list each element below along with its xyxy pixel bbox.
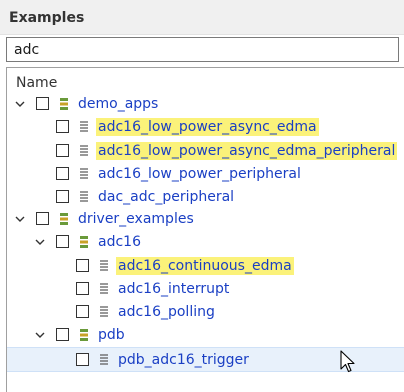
row-checkbox[interactable] <box>56 120 69 133</box>
row-checkbox[interactable] <box>56 235 69 248</box>
panel-title: Examples <box>9 10 85 26</box>
tree-row-adc16-low-power-async-edma[interactable]: adc16_low_power_async_edma <box>7 117 404 139</box>
folder-icon <box>59 97 69 111</box>
row-checkbox[interactable] <box>36 212 49 225</box>
file-icon <box>79 144 89 158</box>
tree-row-label: dac_adc_peripheral <box>98 189 235 205</box>
expand-chevron-icon[interactable] <box>35 237 45 247</box>
examples-tree[interactable]: Name demo_apps adc16_low_power_async_edm… <box>6 67 404 392</box>
file-icon <box>99 282 109 296</box>
folder-icon <box>59 212 69 226</box>
expand-chevron-icon[interactable] <box>15 214 25 224</box>
row-checkbox[interactable] <box>76 282 89 295</box>
tree-row-label: driver_examples <box>78 211 194 227</box>
tree-row-label: pdb_adc16_trigger <box>118 352 249 368</box>
tree-row-label: adc16 <box>98 234 141 250</box>
tree-row-label: adc16_low_power_async_edma <box>96 118 319 136</box>
tree-row-adc16-polling[interactable]: adc16_polling <box>7 302 404 324</box>
tree-row-adc16-continuous-edma[interactable]: adc16_continuous_edma <box>7 256 404 278</box>
row-checkbox[interactable] <box>76 259 89 272</box>
row-checkbox[interactable] <box>76 353 89 366</box>
search-input[interactable] <box>6 37 399 62</box>
mouse-pointer-icon <box>340 350 356 374</box>
tree-row-label: adc16_continuous_edma <box>116 257 294 275</box>
expand-chevron-icon[interactable] <box>35 330 45 340</box>
tree-row-label: demo_apps <box>78 96 159 112</box>
tree-row-adc16-interrupt[interactable]: adc16_interrupt <box>7 279 404 301</box>
name-column-header[interactable]: Name <box>16 75 57 91</box>
file-icon <box>79 190 89 204</box>
row-checkbox[interactable] <box>56 190 69 203</box>
tree-row-adc16-low-power-async-edma-peripheral[interactable]: adc16_low_power_async_edma_peripheral <box>7 141 404 163</box>
file-icon <box>79 167 89 181</box>
tree-row-label: adc16_polling <box>118 304 215 320</box>
file-icon <box>99 353 109 367</box>
tree-row-pdb[interactable]: pdb <box>7 325 404 347</box>
tree-row-label: adc16_low_power_peripheral <box>98 166 301 182</box>
row-checkbox[interactable] <box>76 305 89 318</box>
file-icon <box>99 259 109 273</box>
row-checkbox[interactable] <box>36 97 49 110</box>
tree-row-label: pdb <box>98 327 125 343</box>
row-checkbox[interactable] <box>56 167 69 180</box>
folder-icon <box>79 235 89 249</box>
file-icon <box>99 305 109 319</box>
file-icon <box>79 120 89 134</box>
tree-row-dac-adc-peripheral[interactable]: dac_adc_peripheral <box>7 187 404 209</box>
folder-icon <box>79 328 89 342</box>
tree-row-label: adc16_low_power_async_edma_peripheral <box>96 142 398 160</box>
row-checkbox[interactable] <box>56 144 69 157</box>
expand-chevron-icon[interactable] <box>15 99 25 109</box>
tree-row-adc16-low-power-peripheral[interactable]: adc16_low_power_peripheral <box>7 164 404 186</box>
tree-row-demo-apps[interactable]: demo_apps <box>7 94 404 116</box>
examples-panel-header: Examples <box>0 0 404 35</box>
row-checkbox[interactable] <box>56 328 69 341</box>
tree-row-driver-examples[interactable]: driver_examples <box>7 209 404 231</box>
tree-row-adc16[interactable]: adc16 <box>7 232 404 254</box>
tree-row-label: adc16_interrupt <box>118 281 230 297</box>
